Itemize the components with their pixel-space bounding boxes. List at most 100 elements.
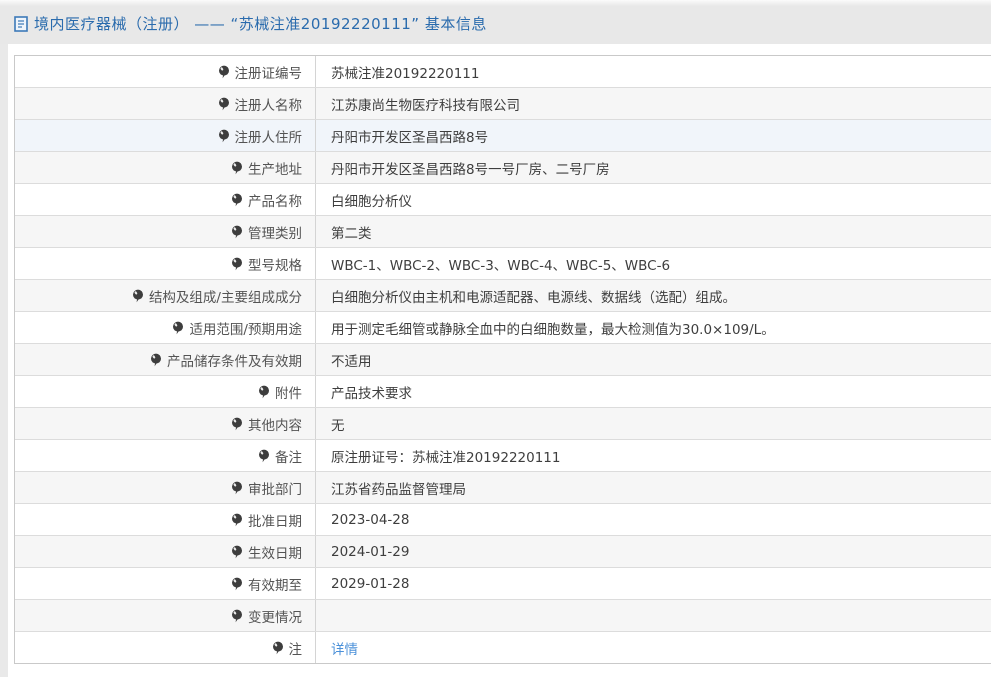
row-label-cell: 产品储存条件及有效期: [15, 344, 316, 375]
balloon-icon: [150, 353, 162, 367]
page-title-text: 境内医疗器械（注册） —— “苏械注准20192220111” 基本信息: [34, 15, 487, 33]
row-value: 产品技术要求: [331, 385, 412, 402]
row-value: 江苏省药品监督管理局: [331, 481, 466, 498]
row-label: 批准日期: [248, 513, 302, 530]
table-row: 附件 产品技术要求: [15, 376, 991, 408]
row-label-cell: 注册人住所: [15, 120, 316, 151]
balloon-icon: [218, 65, 230, 79]
row-label-cell: 适用范围/预期用途: [15, 312, 316, 343]
row-value-cell: WBC-1、WBC-2、WBC-3、WBC-4、WBC-5、WBC-6: [316, 248, 670, 279]
row-label-cell: 注册人名称: [15, 88, 316, 119]
row-label-cell: 产品名称: [15, 184, 316, 215]
row-value-cell: 白细胞分析仪: [316, 184, 412, 215]
row-label: 注册人名称: [234, 97, 303, 114]
balloon-icon: [258, 385, 270, 399]
row-value: 2023-04-28: [331, 511, 410, 528]
row-value: 苏械注准20192220111: [331, 65, 480, 82]
row-value-cell: 江苏康尚生物医疗科技有限公司: [316, 88, 520, 119]
row-value-cell: 详情: [316, 632, 358, 663]
row-value-cell: 用于测定毛细管或静脉全血中的白细胞数量，最大检测值为30.0×109/L。: [316, 312, 775, 343]
table-row: 备注 原注册证号：苏械注准20192220111: [15, 440, 991, 472]
row-value-cell: 2029-01-28: [316, 568, 409, 599]
row-value: 无: [331, 417, 345, 434]
balloon-icon: [218, 129, 230, 143]
row-label: 注册人住所: [234, 129, 303, 146]
balloon-icon: [231, 257, 243, 271]
row-value-cell: 苏械注准20192220111: [316, 56, 479, 87]
table-row: 管理类别 第二类: [15, 216, 991, 248]
balloon-icon: [218, 97, 230, 111]
table-row: 其他内容 无: [15, 408, 991, 440]
table-row: 注册人名称 江苏康尚生物医疗科技有限公司: [15, 88, 991, 120]
table-row: 产品储存条件及有效期 不适用: [15, 344, 991, 376]
table-row: 生效日期 2024-01-29: [15, 536, 991, 568]
row-value: 白细胞分析仪由主机和电源适配器、电源线、数据线（选配）组成。: [331, 289, 736, 306]
row-value-cell: 白细胞分析仪由主机和电源适配器、电源线、数据线（选配）组成。: [316, 280, 736, 311]
row-value-cell: 无: [316, 408, 345, 439]
row-label: 产品名称: [248, 193, 302, 210]
row-value-cell: 原注册证号：苏械注准20192220111: [316, 440, 560, 471]
balloon-icon: [231, 577, 243, 591]
row-value-cell: 丹阳市开发区圣昌西路8号一号厂房、二号厂房: [316, 152, 610, 183]
table-row: 注册证编号 苏械注准20192220111: [15, 56, 991, 88]
row-label-cell: 批准日期: [15, 504, 316, 535]
row-label-cell: 审批部门: [15, 472, 316, 503]
row-label: 管理类别: [248, 225, 302, 242]
table-row: 变更情况: [15, 600, 991, 632]
row-label-cell: 结构及组成/主要组成成分: [15, 280, 316, 311]
row-label: 变更情况: [248, 609, 302, 626]
row-value: 第二类: [331, 225, 372, 242]
table-row: 注册人住所 丹阳市开发区圣昌西路8号: [15, 120, 991, 152]
row-value-cell: [316, 600, 331, 631]
table-row: 结构及组成/主要组成成分 白细胞分析仪由主机和电源适配器、电源线、数据线（选配）…: [15, 280, 991, 312]
document-icon: [14, 16, 28, 32]
row-label-cell: 备注: [15, 440, 316, 471]
header-bar: 境内医疗器械（注册） —— “苏械注准20192220111” 基本信息: [0, 0, 991, 44]
row-label: 生产地址: [248, 161, 302, 178]
row-label: 备注: [275, 449, 302, 466]
row-value: 丹阳市开发区圣昌西路8号: [331, 129, 489, 146]
balloon-icon: [172, 321, 184, 335]
row-value: 原注册证号：苏械注准20192220111: [331, 449, 561, 466]
row-label: 审批部门: [248, 481, 302, 498]
balloon-icon: [272, 641, 284, 655]
balloon-icon: [258, 449, 270, 463]
row-label-cell: 有效期至: [15, 568, 316, 599]
balloon-icon: [231, 481, 243, 495]
detail-link[interactable]: 详情: [331, 638, 358, 658]
row-value-cell: 2023-04-28: [316, 504, 409, 535]
row-label-cell: 型号规格: [15, 248, 316, 279]
table-row: 生产地址 丹阳市开发区圣昌西路8号一号厂房、二号厂房: [15, 152, 991, 184]
content-panel: 注册证编号 苏械注准20192220111 注册人名称 江苏康尚生物医疗科技有限…: [8, 44, 991, 677]
row-value: WBC-1、WBC-2、WBC-3、WBC-4、WBC-5、WBC-6: [331, 257, 671, 274]
balloon-icon: [231, 545, 243, 559]
row-label-cell: 注: [15, 632, 316, 663]
row-value: 白细胞分析仪: [331, 193, 412, 210]
table-row: 注 详情: [15, 632, 991, 663]
row-label: 型号规格: [248, 257, 302, 274]
row-label: 其他内容: [248, 417, 302, 434]
balloon-icon: [231, 161, 243, 175]
row-label: 注: [288, 641, 303, 658]
row-value-cell: 江苏省药品监督管理局: [316, 472, 466, 503]
row-label: 附件: [275, 385, 302, 402]
row-label-cell: 其他内容: [15, 408, 316, 439]
row-label: 有效期至: [248, 577, 302, 594]
row-label-cell: 变更情况: [15, 600, 316, 631]
row-label-cell: 附件: [15, 376, 316, 407]
balloon-icon: [231, 513, 243, 527]
row-label-cell: 注册证编号: [15, 56, 316, 87]
row-value: 2029-01-28: [331, 575, 410, 592]
row-value-cell: 丹阳市开发区圣昌西路8号: [316, 120, 488, 151]
balloon-icon: [231, 609, 243, 623]
balloon-icon: [231, 225, 243, 239]
table-row: 适用范围/预期用途 用于测定毛细管或静脉全血中的白细胞数量，最大检测值为30.0…: [15, 312, 991, 344]
table-row: 产品名称 白细胞分析仪: [15, 184, 991, 216]
row-label-cell: 生产地址: [15, 152, 316, 183]
row-value: 不适用: [331, 353, 372, 370]
row-label: 结构及组成/主要组成成分: [148, 289, 302, 306]
table-row: 有效期至 2029-01-28: [15, 568, 991, 600]
row-label-cell: 生效日期: [15, 536, 316, 567]
row-label: 生效日期: [248, 545, 302, 562]
row-value: 用于测定毛细管或静脉全血中的白细胞数量，最大检测值为30.0×109/L。: [331, 321, 775, 338]
